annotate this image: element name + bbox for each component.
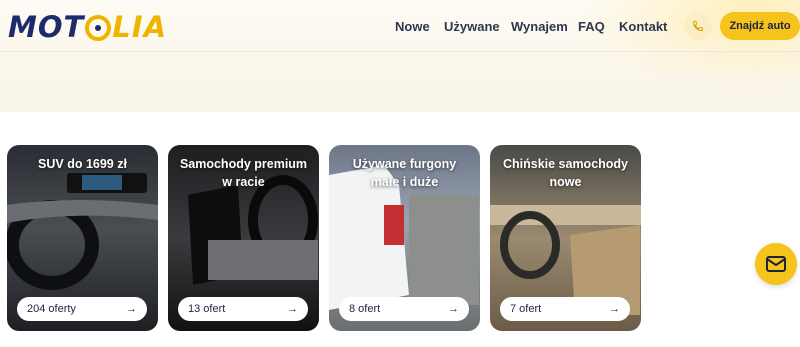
logo-text-right: LIA [112, 10, 168, 44]
offer-count: 7 ofert [510, 303, 542, 315]
offer-count: 8 ofert [349, 303, 381, 315]
category-card-chinese[interactable]: Chińskie samochody nowe 7 ofert → [490, 145, 641, 331]
mail-icon [766, 256, 786, 272]
card-title: Samochody premium w racie [179, 157, 308, 189]
nav-item-wynajem[interactable]: Wynajem [511, 19, 568, 34]
offer-count-button[interactable]: 204 oferty → [17, 297, 147, 321]
card-title: Chińskie samochody nowe [502, 157, 629, 189]
offer-count-button[interactable]: 8 ofert → [339, 297, 469, 321]
contact-mail-button[interactable] [755, 243, 797, 285]
logo-text-left: MOT [8, 10, 85, 44]
arrow-right-icon: → [609, 303, 620, 315]
logo[interactable]: MOT LIA [8, 10, 167, 44]
nav-item-faq[interactable]: FAQ [578, 19, 605, 34]
category-card-vans[interactable]: Używane furgony małe i duże 8 ofert → [329, 145, 480, 331]
nav-item-uzywane[interactable]: Używane [444, 19, 500, 34]
phone-button[interactable] [684, 12, 712, 40]
offer-count-button[interactable]: 13 ofert → [178, 297, 308, 321]
arrow-right-icon: → [126, 303, 137, 315]
card-title: Używane furgony małe i duże [352, 157, 457, 189]
find-car-button[interactable]: Znajdź auto [720, 12, 800, 40]
offer-count-button[interactable]: 7 ofert → [500, 297, 630, 321]
offer-count: 204 oferty [27, 303, 76, 315]
site-header: MOT LIA Nowe Używane Wynajem FAQ Kontakt … [0, 0, 800, 52]
phone-icon [692, 21, 703, 32]
nav-item-kontakt[interactable]: Kontakt [619, 19, 667, 34]
logo-wheel-icon [85, 15, 112, 41]
category-card-premium[interactable]: Samochody premium w racie 13 ofert → [168, 145, 319, 331]
card-title: SUV do 1699 zł [38, 157, 127, 171]
offer-count: 13 ofert [188, 303, 226, 315]
category-card-suv[interactable]: SUV do 1699 zł 204 oferty → [7, 145, 158, 331]
arrow-right-icon: → [448, 303, 459, 315]
arrow-right-icon: → [287, 303, 298, 315]
nav-item-nowe[interactable]: Nowe [395, 19, 430, 34]
